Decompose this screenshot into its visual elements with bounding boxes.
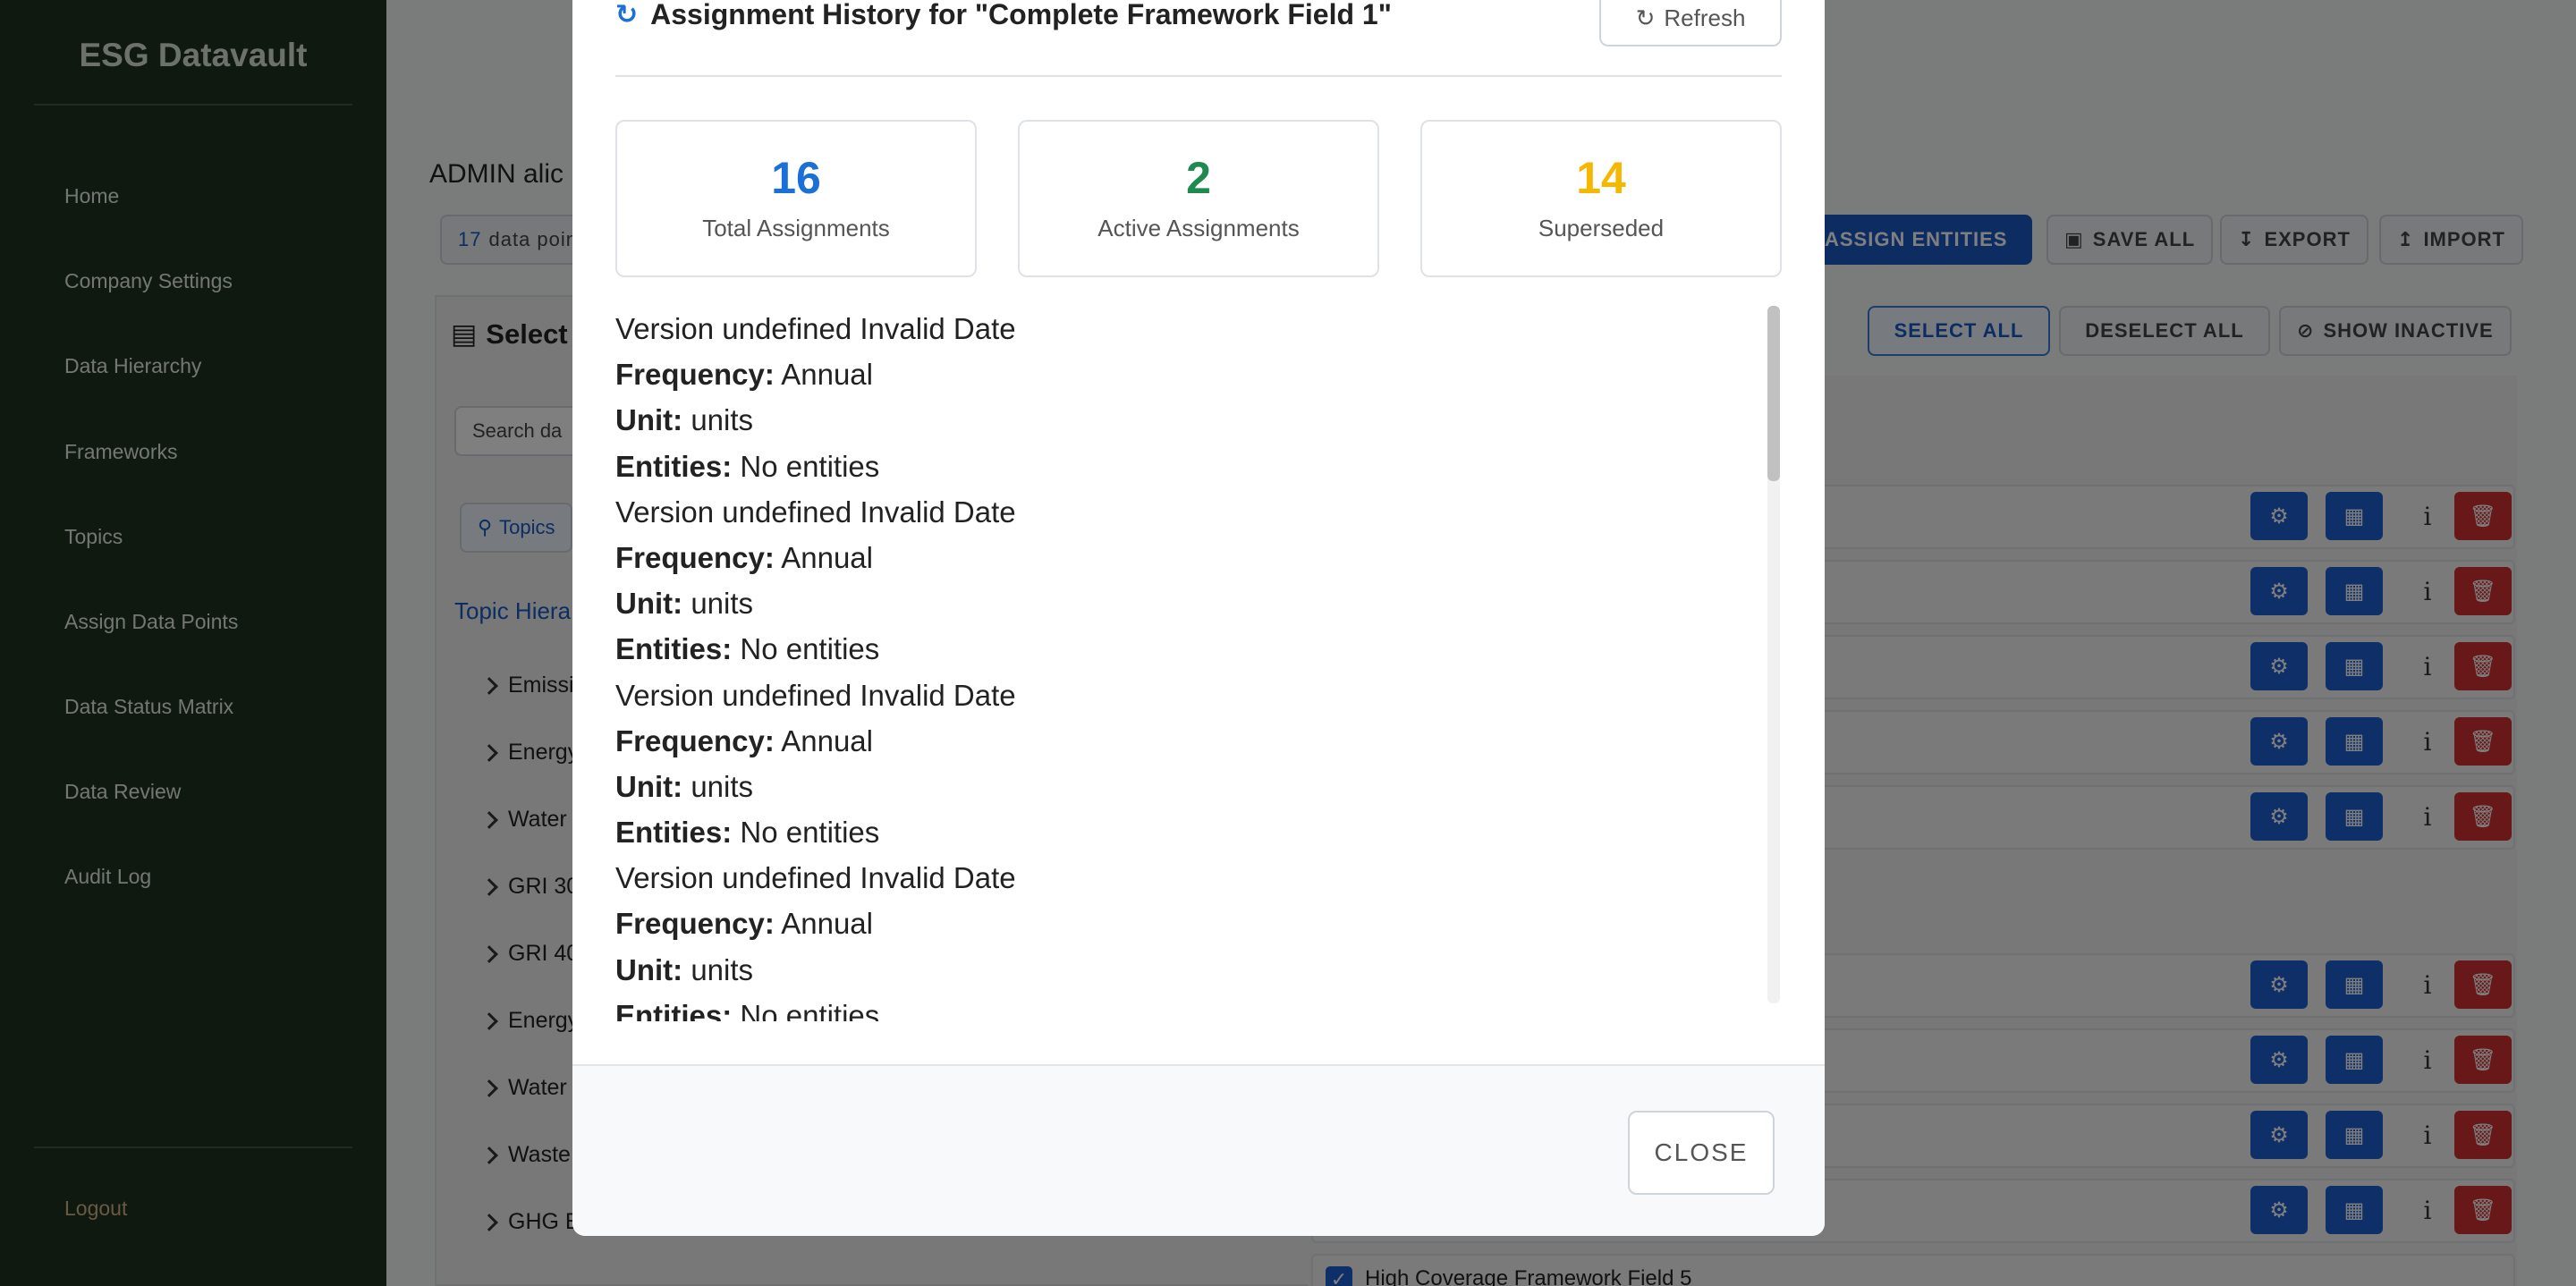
stat-value: 14 [1576, 153, 1626, 203]
history-entities: Entities: No entities [615, 449, 880, 483]
modal-title-text: Assignment History for "Complete Framewo… [650, 0, 1392, 30]
history-icon: ↻ [615, 0, 639, 30]
history-entities: Entities: No entities [615, 998, 880, 1021]
refresh-icon: ↻ [1635, 4, 1656, 31]
stat-label: Superseded [1538, 215, 1665, 241]
history-unit: Unit: units [615, 587, 754, 621]
modal-footer: CLOSE [572, 1064, 1825, 1236]
stat-label: Total Assignments [702, 215, 890, 241]
history-scrollbar[interactable] [1767, 306, 1780, 1003]
refresh-label: Refresh [1664, 4, 1746, 31]
history-unit: Unit: units [615, 952, 754, 986]
history-unit: Unit: units [615, 769, 754, 803]
history-frequency: Frequency: Annual [615, 907, 873, 941]
history-list[interactable]: Version undefined Invalid Date Frequency… [615, 306, 1753, 1021]
stat-label: Active Assignments [1097, 215, 1300, 241]
stat-superseded: 14 Superseded [1420, 120, 1782, 277]
history-entities: Entities: No entities [615, 632, 880, 666]
history-version: Version undefined Invalid Date [615, 861, 1016, 895]
history-frequency: Frequency: Annual [615, 540, 873, 574]
history-version: Version undefined Invalid Date [615, 312, 1016, 345]
refresh-button[interactable]: ↻ Refresh [1599, 0, 1782, 47]
stat-value: 2 [1186, 153, 1211, 203]
scrollbar-thumb[interactable] [1767, 306, 1780, 481]
stat-total-assignments: 16 Total Assignments [615, 120, 977, 277]
close-button[interactable]: CLOSE [1628, 1111, 1775, 1195]
modal-title: ↻ Assignment History for "Complete Frame… [615, 0, 1392, 31]
stat-active-assignments: 2 Active Assignments [1018, 120, 1379, 277]
history-version: Version undefined Invalid Date [615, 678, 1016, 712]
modal-header: ↻ Assignment History for "Complete Frame… [615, 0, 1782, 77]
stat-value: 16 [771, 153, 821, 203]
history-entry: Version undefined Invalid Date Frequency… [615, 306, 1753, 489]
assignment-history-modal: ↻ Assignment History for "Complete Frame… [572, 0, 1825, 1236]
history-entry: Version undefined Invalid Date Frequency… [615, 673, 1753, 856]
history-entities: Entities: No entities [615, 816, 880, 850]
history-entry: Version undefined Invalid Date Frequency… [615, 855, 1753, 1021]
history-version: Version undefined Invalid Date [615, 495, 1016, 529]
history-unit: Unit: units [615, 403, 754, 437]
history-frequency: Frequency: Annual [615, 723, 873, 757]
history-frequency: Frequency: Annual [615, 358, 873, 392]
history-entry: Version undefined Invalid Date Frequency… [615, 489, 1753, 673]
